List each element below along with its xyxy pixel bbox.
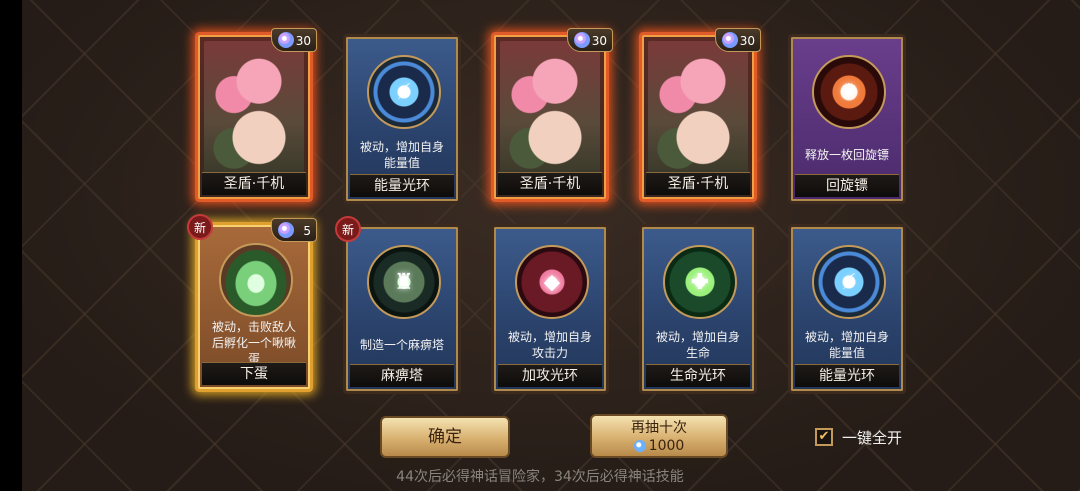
card-frame: 被动，击败敌人后孵化一个啾啾蛋 下蛋 <box>195 222 313 392</box>
cost-badge: 5 <box>271 218 317 242</box>
cost-badge: 30 <box>715 28 761 52</box>
card-hero-1[interactable]: 圣盾·千机 30 <box>195 28 317 202</box>
card-description: 被动，增加自身生命 <box>655 330 740 360</box>
card-frame: 圣盾·千机 <box>491 32 609 202</box>
gem-icon <box>278 32 294 48</box>
hero-portrait <box>500 41 600 175</box>
card-name: 加攻光环 <box>498 364 602 387</box>
card-frame: ⚡ 被动，增加自身能量值 能量光环 <box>788 224 906 394</box>
hero-portrait <box>648 41 748 175</box>
card-description: 被动，击败敌人后孵化一个啾啾蛋 <box>211 320 296 366</box>
pity-counter-note: 44次后必得神话冒险家，34次后必得神话技能 <box>396 469 684 485</box>
hero-portrait <box>204 41 304 175</box>
card-frame: ✚ 被动，增加自身生命 生命光环 <box>639 224 757 394</box>
card-frame: ♜ 制造一个麻痹塔 麻痹塔 <box>343 224 461 394</box>
card-name: 圣盾·千机 <box>498 172 602 195</box>
card-description: 被动，增加自身能量值 <box>804 330 889 360</box>
cost-badge: 30 <box>567 28 613 52</box>
paralysis-tower-icon: ♜ <box>367 245 441 319</box>
card-name: 圣盾·千机 <box>646 172 750 195</box>
redraw-ten-button[interactable]: 再抽十次 1000 <box>590 414 728 458</box>
card-name: 麻痹塔 <box>350 364 454 387</box>
energy-ring-icon: ⚡ <box>367 55 441 129</box>
egg-icon <box>219 243 293 317</box>
card-life-ring[interactable]: ✚ 被动，增加自身生命 生命光环 <box>639 224 757 394</box>
card-name: 圣盾·千机 <box>202 172 306 195</box>
card-name: 回旋镖 <box>795 174 899 197</box>
card-description: 释放一枚回旋镖 <box>804 148 889 162</box>
card-frame: ⚡ 被动，增加自身能量值 能量光环 <box>343 34 461 204</box>
card-description: 被动，增加自身攻击力 <box>507 330 592 360</box>
card-energy-ring[interactable]: ⚡ 被动，增加自身能量值 能量光环 <box>343 34 461 204</box>
card-frame: ✺ 释放一枚回旋镖 回旋镖 <box>788 34 906 204</box>
card-frame: 圣盾·千机 <box>639 32 757 202</box>
card-name: 生命光环 <box>646 364 750 387</box>
card-energy-ring-2[interactable]: ⚡ 被动，增加自身能量值 能量光环 <box>788 224 906 394</box>
screen-edge <box>0 0 22 491</box>
life-ring-icon: ✚ <box>663 245 737 319</box>
attack-ring-icon: ⬥ <box>515 245 589 319</box>
boomerang-icon: ✺ <box>812 55 886 129</box>
card-description: 制造一个麻痹塔 <box>359 338 444 352</box>
redraw-price: 1000 <box>592 437 726 455</box>
redraw-label: 再抽十次 <box>631 420 687 436</box>
gem-icon <box>722 32 738 48</box>
card-lay-egg[interactable]: 被动，击败敌人后孵化一个啾啾蛋 下蛋 5 新 <box>187 214 317 392</box>
diamond-icon <box>633 440 646 452</box>
energy-ring-icon: ⚡ <box>812 245 886 319</box>
card-name: 能量光环 <box>795 364 899 387</box>
gem-icon <box>574 32 590 48</box>
card-paralysis-tower[interactable]: ♜ 制造一个麻痹塔 麻痹塔 新 <box>335 216 461 394</box>
confirm-button[interactable]: 确定 <box>380 416 510 458</box>
gem-icon <box>278 222 294 238</box>
new-badge: 新 <box>335 216 361 242</box>
card-name: 下蛋 <box>202 362 306 385</box>
card-hero-2[interactable]: 圣盾·千机 30 <box>491 28 613 202</box>
new-badge: 新 <box>187 214 213 240</box>
auto-open-checkbox[interactable]: ✔ <box>815 428 833 446</box>
card-name: 能量光环 <box>350 174 454 197</box>
card-frame: 圣盾·千机 <box>195 32 313 202</box>
card-attack-ring[interactable]: ⬥ 被动，增加自身攻击力 加攻光环 <box>491 224 609 394</box>
card-frame: ⬥ 被动，增加自身攻击力 加攻光环 <box>491 224 609 394</box>
card-description: 被动，增加自身能量值 <box>359 140 444 170</box>
auto-open-label[interactable]: 一键全开 <box>842 427 902 448</box>
card-hero-3[interactable]: 圣盾·千机 30 <box>639 28 761 202</box>
card-boomerang[interactable]: ✺ 释放一枚回旋镖 回旋镖 <box>788 34 906 204</box>
cost-badge: 30 <box>271 28 317 52</box>
